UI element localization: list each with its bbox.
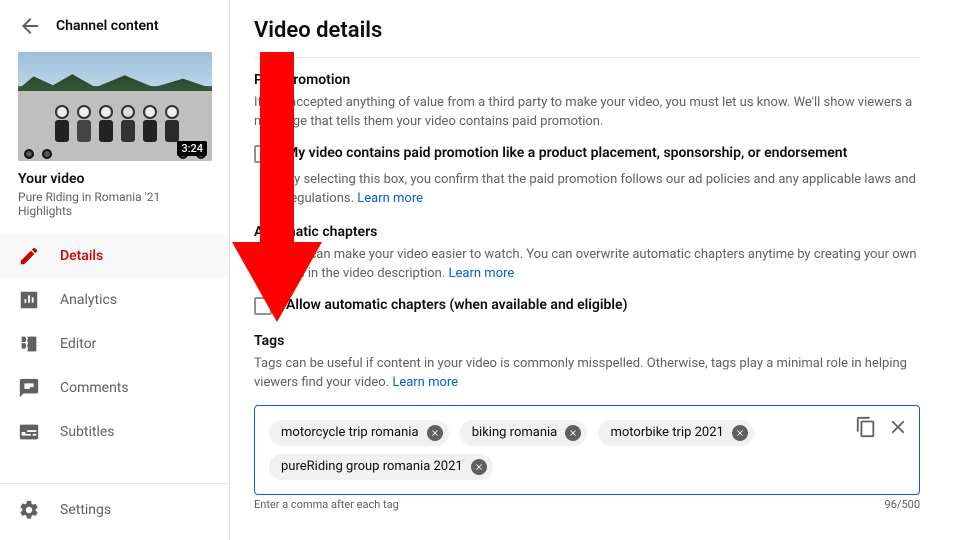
copy-icon[interactable] — [855, 416, 877, 438]
remove-tag-icon[interactable] — [471, 459, 487, 475]
section-heading: Paid promotion — [254, 72, 920, 88]
sidebar-item-label: Settings — [60, 502, 111, 518]
comments-icon — [18, 377, 40, 399]
tag-chip[interactable]: biking romania — [460, 420, 588, 446]
close-icon[interactable] — [887, 416, 909, 438]
sidebar-item-editor[interactable]: Editor — [0, 322, 229, 366]
section-heading: Tags — [254, 333, 920, 349]
tags-helper-row: Enter a comma after each tag 96/500 — [254, 498, 920, 511]
tag-label: motorbike trip 2021 — [610, 425, 723, 440]
tag-label: biking romania — [472, 425, 558, 440]
sidebar-item-analytics[interactable]: Analytics — [0, 278, 229, 322]
sidebar-item-label: Analytics — [60, 292, 117, 308]
section-automatic-chapters: Automatic chapters Chapters can make you… — [254, 224, 920, 315]
tag-chip[interactable]: motorbike trip 2021 — [598, 420, 753, 446]
divider — [254, 57, 920, 58]
back-arrow-icon[interactable] — [18, 14, 42, 38]
paid-promotion-note: By selecting this box, you confirm that … — [286, 171, 920, 209]
tags-helper-text: Enter a comma after each tag — [254, 498, 399, 511]
section-description: If you accepted anything of value from a… — [254, 94, 920, 132]
sidebar-item-label: Comments — [60, 380, 129, 396]
remove-tag-icon[interactable] — [565, 425, 581, 441]
video-duration-badge: 3:24 — [177, 141, 207, 156]
section-description: Chapters can make your video easier to w… — [254, 246, 920, 284]
your-video-block: Your video Pure Riding in Romania '21 Hi… — [0, 171, 229, 228]
checkbox-icon[interactable] — [254, 297, 272, 315]
sidebar-item-details[interactable]: Details — [0, 234, 229, 278]
tag-label: pureRiding group romania 2021 — [281, 459, 463, 474]
editor-icon — [18, 333, 40, 355]
sidebar-item-settings[interactable]: Settings — [0, 488, 229, 532]
checkbox-label: My video contains paid promotion like a … — [286, 144, 847, 163]
sidebar-item-label: Details — [60, 248, 103, 264]
desc-text: Tags can be useful if content in your vi… — [254, 356, 907, 390]
sidebar-item-label: Editor — [60, 336, 96, 352]
analytics-icon — [18, 289, 40, 311]
divider — [0, 483, 229, 484]
pencil-icon — [18, 245, 40, 267]
tag-chip[interactable]: motorcycle trip romania — [269, 420, 449, 446]
sidebar-bottom: Settings — [0, 477, 229, 540]
checkbox-icon[interactable] — [254, 145, 272, 163]
subtitles-icon — [18, 421, 40, 443]
sidebar-title: Channel content — [56, 18, 159, 34]
sidebar-item-comments[interactable]: Comments — [0, 366, 229, 410]
learn-more-link[interactable]: Learn more — [449, 266, 515, 281]
sidebar: Channel content 3:24 Your video Pure Rid… — [0, 0, 230, 540]
remove-tag-icon[interactable] — [732, 425, 748, 441]
checkbox-label: Allow automatic chapters (when available… — [286, 296, 627, 315]
section-description: Tags can be useful if content in your vi… — [254, 355, 920, 393]
gear-icon — [18, 499, 40, 521]
sidebar-item-subtitles[interactable]: Subtitles — [0, 410, 229, 454]
tag-actions — [855, 416, 909, 438]
video-thumbnail[interactable]: 3:24 — [18, 52, 212, 161]
main-content: Video details Paid promotion If you acce… — [230, 0, 960, 540]
tag-chip[interactable]: pureRiding group romania 2021 — [269, 454, 493, 480]
section-tags: Tags Tags can be useful if content in yo… — [254, 333, 920, 511]
sidebar-nav: Details Analytics Editor Comments Subtit… — [0, 234, 229, 454]
section-heading: Automatic chapters — [254, 224, 920, 240]
your-video-label: Your video — [18, 171, 211, 187]
learn-more-link[interactable]: Learn more — [357, 191, 423, 206]
learn-more-link[interactable]: Learn more — [392, 375, 458, 390]
sidebar-item-label: Subtitles — [60, 424, 115, 440]
paid-promotion-checkbox-row[interactable]: My video contains paid promotion like a … — [254, 144, 920, 163]
sidebar-header: Channel content — [0, 14, 229, 46]
auto-chapters-checkbox-row[interactable]: Allow automatic chapters (when available… — [254, 296, 920, 315]
tag-label: motorcycle trip romania — [281, 425, 419, 440]
tags-input[interactable]: motorcycle trip romania biking romania m… — [254, 405, 920, 495]
remove-tag-icon[interactable] — [427, 425, 443, 441]
page-title: Video details — [254, 18, 920, 43]
tags-char-counter: 96/500 — [885, 498, 920, 511]
desc-text: Chapters can make your video easier to w… — [254, 247, 917, 281]
video-title: Pure Riding in Romania '21 Highlights — [18, 190, 211, 218]
section-paid-promotion: Paid promotion If you accepted anything … — [254, 72, 920, 208]
